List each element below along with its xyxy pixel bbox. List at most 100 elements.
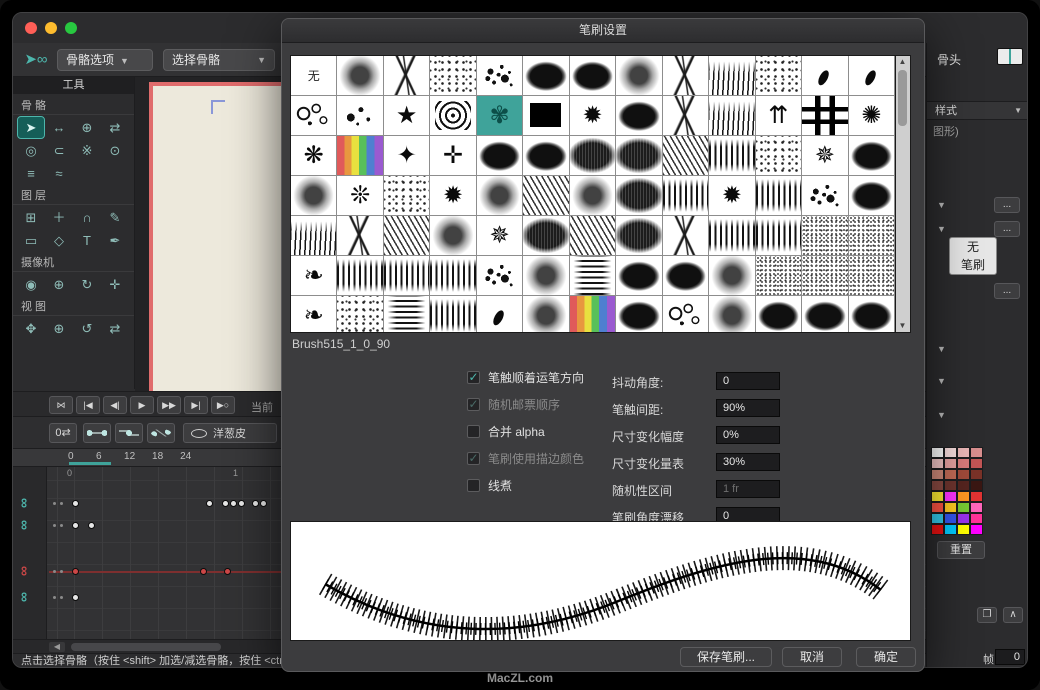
brush-cell[interactable]: ✵	[802, 136, 848, 176]
brush-cell[interactable]	[291, 176, 337, 216]
dropdown-arrow-icon[interactable]: ▼	[937, 224, 946, 234]
brush-cell[interactable]	[756, 136, 802, 176]
dropdown-arrow-icon[interactable]: ▼	[937, 200, 946, 210]
color-swatch[interactable]	[970, 469, 983, 480]
color-swatch[interactable]	[931, 447, 944, 458]
brush-cell[interactable]	[337, 256, 383, 296]
field-value-input[interactable]: 90%	[716, 399, 780, 417]
eyedropper-tool-icon[interactable]: ✒	[102, 230, 128, 251]
layer-tab-bone[interactable]: 骨头	[937, 51, 961, 68]
checkbox[interactable]: ✓	[467, 371, 480, 384]
color-swatch[interactable]	[957, 513, 970, 524]
brush-cell[interactable]	[849, 256, 895, 296]
brush-cell[interactable]	[756, 256, 802, 296]
brush-cell[interactable]: ✹	[430, 176, 476, 216]
color-swatch[interactable]	[957, 524, 970, 535]
brush-cell[interactable]	[384, 296, 430, 333]
checkbox[interactable]: ✓	[467, 398, 480, 411]
scroll-up-icon[interactable]: ▲	[896, 56, 909, 68]
brush-cell[interactable]	[570, 176, 616, 216]
add-bone-tool-icon[interactable]: ⊕	[74, 117, 100, 138]
keyframe-dot-red[interactable]	[224, 568, 231, 575]
jump-start-button[interactable]: |◀	[76, 396, 100, 414]
brush-cell[interactable]	[430, 256, 476, 296]
play-button[interactable]: ▶	[130, 396, 154, 414]
sketch-bones-tool-icon[interactable]: ※	[74, 140, 100, 161]
scrollbar-thumb[interactable]	[71, 643, 221, 651]
text-tool-tool-icon[interactable]: T	[74, 230, 100, 251]
loop-button[interactable]: ⋈	[49, 396, 73, 414]
keyframe-dot[interactable]	[230, 500, 237, 507]
brush-cell[interactable]: ❧	[291, 256, 337, 296]
color-swatch[interactable]	[944, 524, 957, 535]
color-swatch[interactable]	[970, 524, 983, 535]
brush-cell[interactable]: ✹	[709, 176, 755, 216]
channel-view-toggle[interactable]	[83, 423, 111, 443]
brush-cell[interactable]	[570, 256, 616, 296]
frame-value-input[interactable]: 0	[995, 649, 1025, 665]
brush-cell[interactable]: ❋	[291, 136, 337, 176]
brush-cell[interactable]	[709, 56, 755, 96]
smart-bone-tool-icon[interactable]: ≡	[18, 163, 44, 184]
scroll-down-icon[interactable]: ▼	[896, 320, 909, 332]
brush-cell[interactable]	[849, 176, 895, 216]
brush-cell[interactable]	[384, 256, 430, 296]
reparent-bone-tool-icon[interactable]: ⇄	[102, 117, 128, 138]
color-swatch[interactable]	[931, 480, 944, 491]
playback-range-bar[interactable]	[69, 462, 111, 465]
step-forward-button[interactable]: ▶|	[184, 396, 208, 414]
select-shape-tool-icon[interactable]: ▭	[18, 230, 44, 251]
keyframe-dot[interactable]	[222, 500, 229, 507]
color-swatch[interactable]	[944, 469, 957, 480]
color-swatch[interactable]	[931, 458, 944, 469]
color-swatch[interactable]	[931, 469, 944, 480]
minimize-button[interactable]	[45, 22, 57, 34]
bone-channel-icon[interactable]: ∞	[17, 566, 33, 576]
brush-cell[interactable]	[663, 176, 709, 216]
keyframe-dot-red[interactable]	[200, 568, 207, 575]
checkbox[interactable]	[467, 479, 480, 492]
brush-cell[interactable]	[616, 96, 662, 136]
brush-cell[interactable]	[802, 176, 848, 216]
brush-cell[interactable]	[523, 176, 569, 216]
bone-channel-icon[interactable]: ∞	[17, 498, 33, 508]
step-interpolation-toggle[interactable]	[115, 423, 143, 443]
brush-cell[interactable]	[384, 56, 430, 96]
brush-cell[interactable]	[570, 136, 616, 176]
checkbox[interactable]: ✓	[467, 452, 480, 465]
brush-cell[interactable]: ★	[384, 96, 430, 136]
draw-shape-tool-icon[interactable]: ✎	[102, 207, 128, 228]
brush-cell[interactable]	[570, 56, 616, 96]
no-brush-button[interactable]: 无 笔刷	[949, 237, 997, 275]
more-options-button[interactable]: ...	[994, 283, 1020, 299]
roll-camera-tool-icon[interactable]: ↻	[74, 274, 100, 295]
more-options-button[interactable]: ...	[994, 197, 1020, 213]
brush-cell[interactable]	[477, 176, 523, 216]
brush-cell[interactable]	[523, 296, 569, 333]
brush-cell[interactable]	[430, 96, 476, 136]
brush-cell[interactable]	[337, 136, 383, 176]
dropdown-arrow-icon[interactable]: ▼	[937, 344, 946, 354]
step-back-button[interactable]: ◀|	[103, 396, 127, 414]
keyframe-dot[interactable]	[206, 500, 213, 507]
brush-cell[interactable]	[802, 256, 848, 296]
brush-cell[interactable]	[756, 296, 802, 333]
brush-cell[interactable]	[337, 96, 383, 136]
color-swatch[interactable]	[944, 491, 957, 502]
bind-layer-tool-icon[interactable]: ⊂	[46, 140, 72, 161]
brush-cell[interactable]	[709, 256, 755, 296]
brush-cell[interactable]	[616, 136, 662, 176]
brush-cell[interactable]	[337, 216, 383, 256]
style-panel-header[interactable]: 样式 ▼	[927, 101, 1028, 120]
jump-end-button[interactable]: ▶○	[211, 396, 235, 414]
transform-bone-tool-icon[interactable]: ↔	[46, 117, 72, 138]
brush-cell[interactable]	[430, 56, 476, 96]
color-swatch[interactable]	[970, 458, 983, 469]
field-value-input[interactable]: 30%	[716, 453, 780, 471]
add-layer-tool-icon[interactable]: ⊞	[18, 207, 44, 228]
pan-view-tool-icon[interactable]: ✥	[18, 318, 44, 339]
brush-cell[interactable]	[663, 56, 709, 96]
brush-cell[interactable]	[709, 296, 755, 333]
brush-cell[interactable]	[523, 136, 569, 176]
brush-cell[interactable]	[756, 56, 802, 96]
